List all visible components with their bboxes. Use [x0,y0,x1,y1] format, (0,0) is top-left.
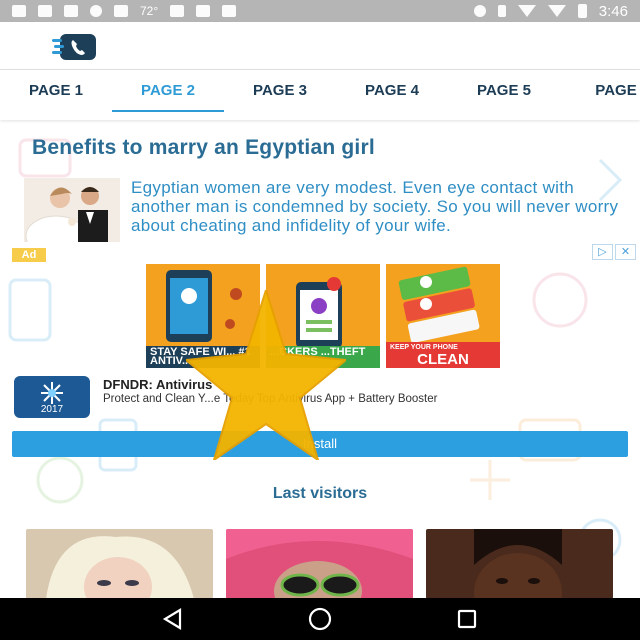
back-icon[interactable] [153,599,193,639]
ad-badge: Ad [12,248,46,262]
status-bar: 72° 3:46 [0,0,640,22]
wifi-icon [517,5,536,17]
signal-icon [547,5,566,17]
tab-page-4[interactable]: PAGE 4 [336,70,448,120]
visitor-card[interactable] [226,529,413,599]
wedding-couple-image[interactable] [24,178,120,242]
ad-panel-caption-3: KEEP YOUR PHONE CLEAN [386,342,500,368]
status-left-icons: 72° [12,4,237,18]
clock: 3:46 [598,2,628,20]
ad-panel-caption-3-big: CLEAN [417,351,469,368]
status-right-icons: 3:46 [473,2,628,20]
tab-page-1[interactable]: PAGE 1 [0,70,112,120]
article-text: Egyptian women are very modest. Even eye… [131,178,619,235]
visitor-photo [26,529,213,599]
facebook-icon [12,5,26,17]
briefcase-icon [222,5,237,17]
ad-choices: ▷ ✕ [592,244,636,260]
tab-page-2[interactable]: PAGE 2 [112,70,224,120]
visitor-card[interactable] [426,529,613,599]
close-ad-icon[interactable]: ✕ [615,244,636,260]
home-icon[interactable] [300,599,340,639]
visitor-photo [226,529,413,599]
ad-app-description: Protect and Clean Y...e Today Top Antivi… [103,393,438,405]
temperature: 72° [140,4,159,18]
page-tabs: PAGE 1 PAGE 2 PAGE 3 PAGE 4 PAGE 5 PAGE [0,70,640,120]
navigation-bar [0,598,640,640]
battery-icon [577,4,587,18]
app-header [0,22,640,70]
briefcase-icon [196,5,211,17]
tab-page-6[interactable]: PAGE [560,70,640,120]
alert-icon [90,5,102,17]
phone-chat-icon[interactable] [52,32,98,62]
location-icon [473,5,486,17]
visitors-list [26,529,613,599]
dfndr-app-icon[interactable]: 2017 [14,376,90,418]
adchoices-icon[interactable]: ▷ [592,244,613,260]
recents-icon[interactable] [447,599,487,639]
lock-icon [114,5,128,17]
bluetooth-icon [497,5,506,17]
visitor-card[interactable] [26,529,213,599]
ad-panel-cleaner[interactable]: KEEP YOUR PHONE CLEAN [386,264,500,368]
article-title[interactable]: Benefits to marry an Egyptian girl [32,136,612,160]
app-icon-year: 2017 [40,404,64,415]
last-visitors-title: Last visitors [272,485,368,502]
star-icon [186,290,346,460]
tab-page-5[interactable]: PAGE 5 [448,70,560,120]
weather-icon [170,5,185,17]
mail-icon [64,5,78,17]
picture-icon [38,5,52,17]
visitor-photo [426,529,613,599]
tab-page-3[interactable]: PAGE 3 [224,70,336,120]
